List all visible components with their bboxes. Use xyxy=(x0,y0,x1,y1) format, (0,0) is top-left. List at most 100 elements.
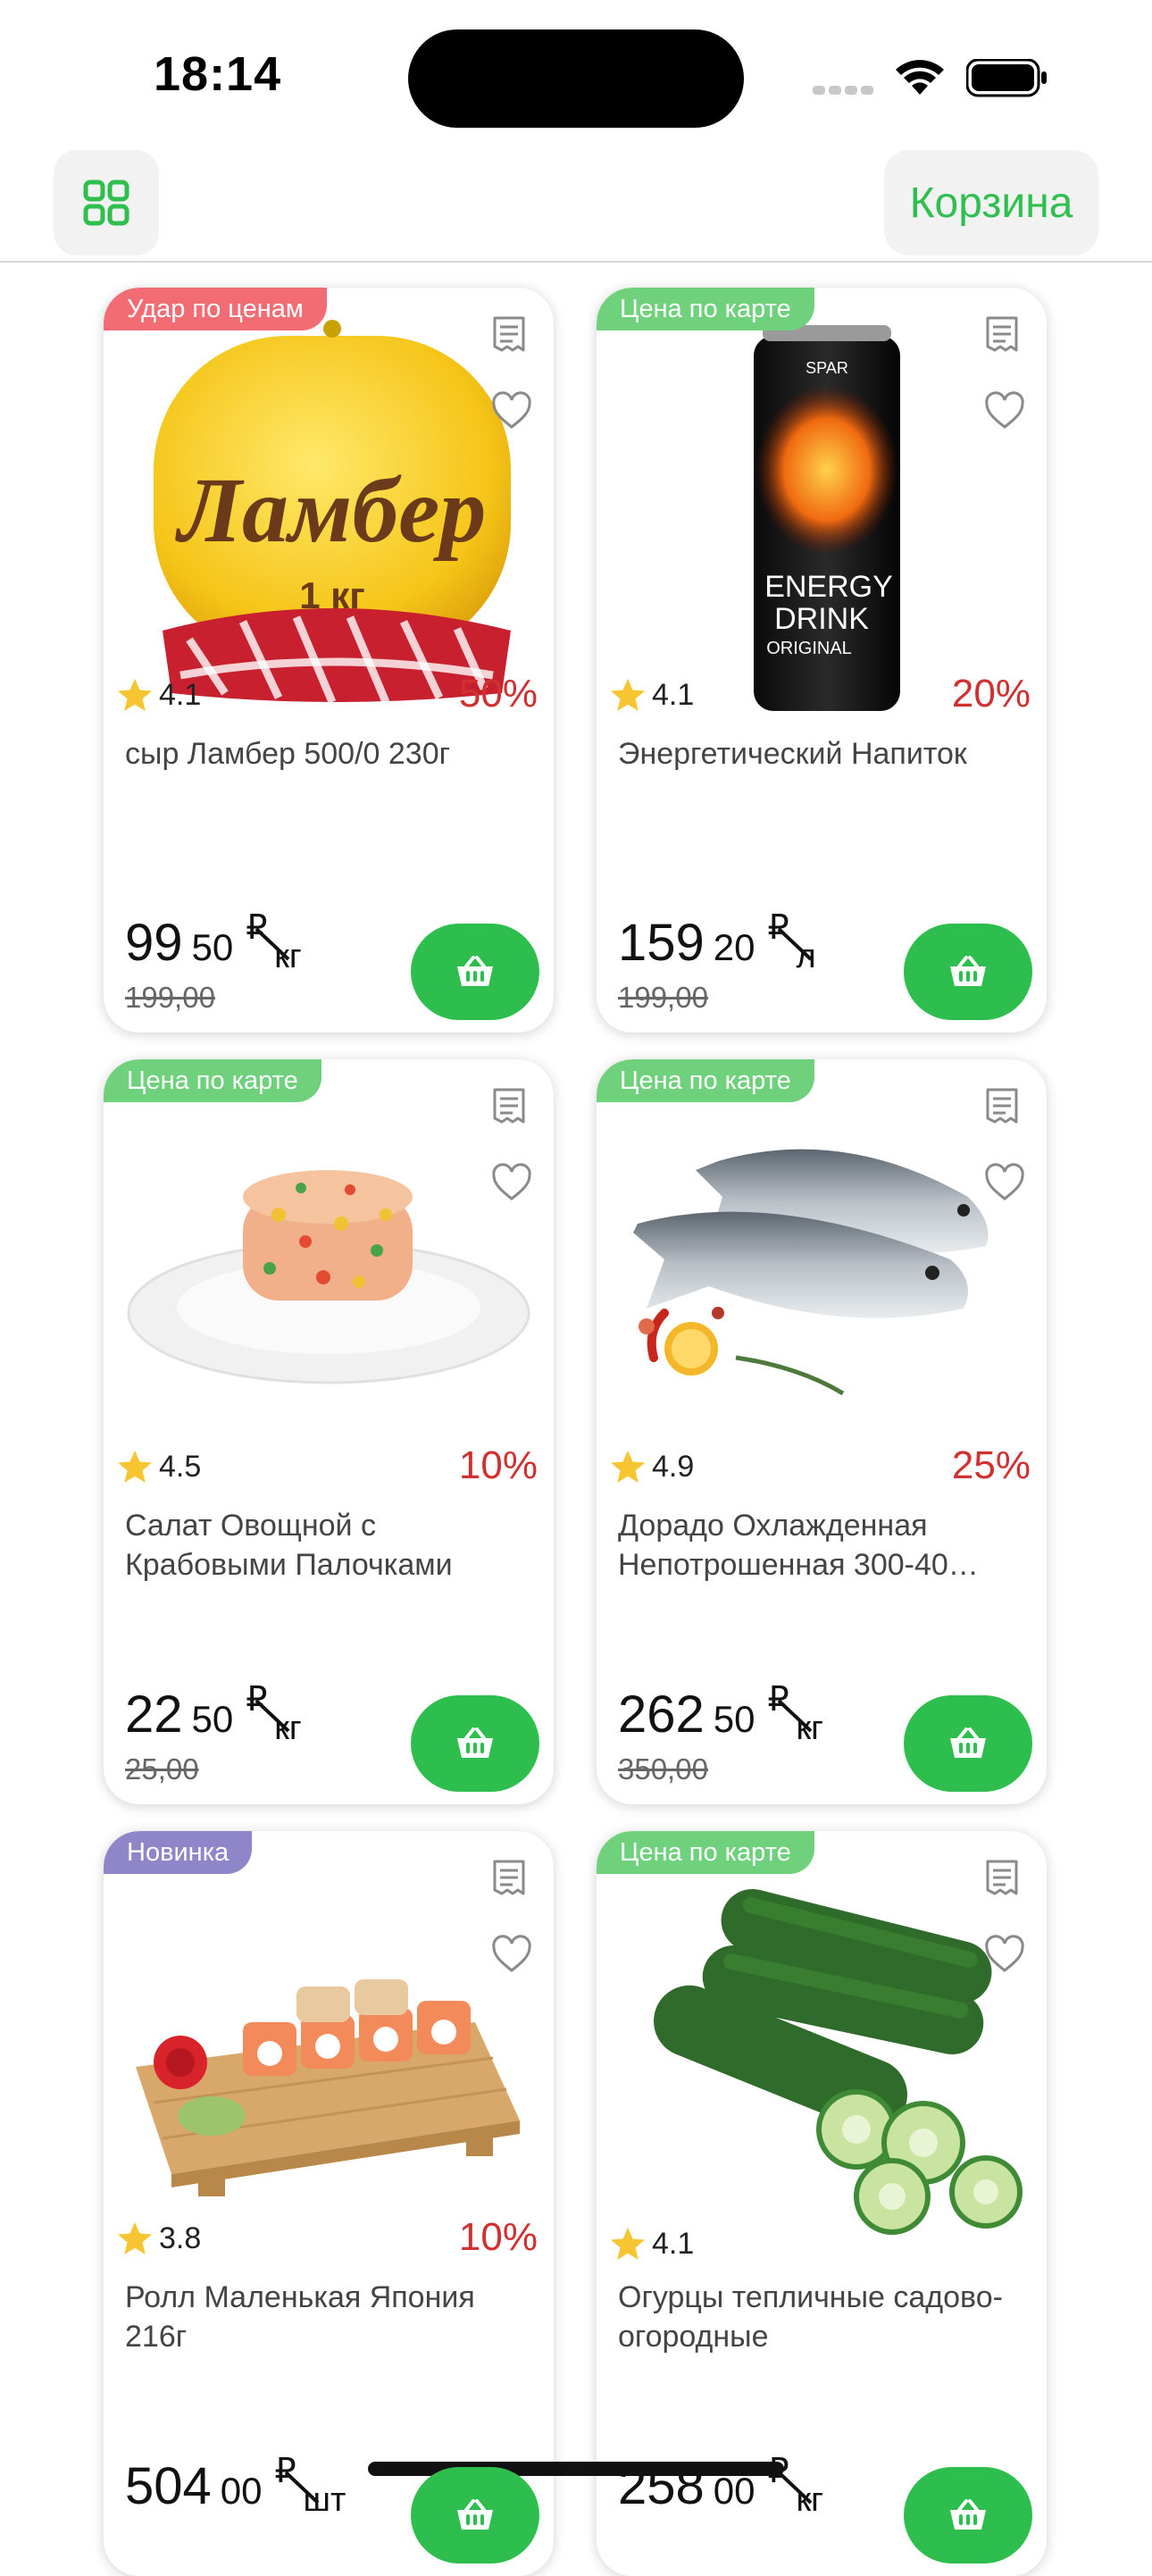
add-to-cart-button[interactable] xyxy=(904,2467,1032,2563)
salad-plate-image xyxy=(127,1170,530,1384)
basket-icon xyxy=(950,956,986,986)
price-kopecks: 50 xyxy=(191,1698,234,1740)
dynamic-island xyxy=(408,29,744,128)
can-drink-text: DRINK xyxy=(774,602,869,636)
product-rating: 4.9 xyxy=(609,1449,694,1485)
old-price: 350,00 xyxy=(618,1752,708,1786)
can-original-text: ORIGINAL xyxy=(766,639,852,658)
old-price: 199,00 xyxy=(618,981,708,1014)
cheese-brand-text: Ламбер xyxy=(175,459,487,562)
star-icon xyxy=(118,2222,152,2254)
heart-icon[interactable] xyxy=(491,391,532,431)
product-badge: Цена по карте xyxy=(597,1059,814,1102)
grid-icon xyxy=(83,180,129,226)
top-navigation-bar: Корзина xyxy=(0,143,1152,263)
price-kopecks: 00 xyxy=(713,2470,755,2512)
product-name: Ролл Маленькая Япония 216г xyxy=(125,2280,475,2354)
heart-icon[interactable] xyxy=(491,1935,532,1974)
receipt-icon[interactable] xyxy=(489,1858,529,1897)
price-kopecks: 20 xyxy=(713,926,755,968)
add-to-cart-button[interactable] xyxy=(904,924,1032,1020)
product-name: Огурцы тепличные садово-огородные xyxy=(618,2280,1003,2354)
receipt-icon[interactable] xyxy=(982,314,1022,354)
product-rating: 4.1 xyxy=(609,677,694,713)
cucumbers-image xyxy=(654,1888,1023,2235)
product-grid: Удар по ценам Ламбер 1 кг 4.1 50% сыр Ла… xyxy=(104,288,1050,2576)
price-integer: 504 xyxy=(125,2457,212,2515)
heart-icon[interactable] xyxy=(984,1163,1025,1202)
product-badge: Цена по карте xyxy=(104,1059,321,1102)
product-rating: 3.8 xyxy=(116,2221,201,2256)
receipt-icon[interactable] xyxy=(489,1086,529,1125)
product-name: сыр Ламбер 500/0 230г xyxy=(125,737,451,771)
wifi-icon xyxy=(896,60,944,95)
receipt-icon[interactable] xyxy=(982,1086,1022,1125)
price-integer: 159 xyxy=(618,914,705,972)
product-card[interactable]: Цена по карте SPAR ENERGY DRINK ORIGINAL… xyxy=(597,288,1047,1033)
rating-value: 4.1 xyxy=(652,677,695,712)
price-unit: л xyxy=(796,938,816,975)
old-price: 199,00 xyxy=(125,981,215,1014)
price-integer: 262 xyxy=(618,1685,705,1744)
price-kopecks: 00 xyxy=(220,2470,263,2512)
add-to-cart-button[interactable] xyxy=(411,924,539,1020)
dorado-fish-image xyxy=(633,1149,989,1396)
basket-icon xyxy=(457,956,493,986)
star-icon xyxy=(611,1451,645,1483)
can-brand-text: SPAR xyxy=(806,359,848,377)
product-card[interactable]: Цена по карте 4.9 25% Дорадо Охлажденная… xyxy=(597,1059,1047,1804)
receipt-icon[interactable] xyxy=(489,314,529,354)
discount-label: 50% xyxy=(458,672,538,715)
product-badge: Новинка xyxy=(104,1831,253,1874)
star-icon xyxy=(611,679,645,711)
energy-drink-can-image: SPAR ENERGY DRINK ORIGINAL xyxy=(754,325,900,711)
star-icon xyxy=(611,2228,645,2260)
star-icon xyxy=(118,1451,152,1483)
product-rating: 4.1 xyxy=(609,2226,694,2262)
receipt-icon[interactable] xyxy=(982,1858,1022,1897)
star-icon xyxy=(118,679,152,711)
old-price: 25,00 xyxy=(125,1752,199,1786)
price-kopecks: 50 xyxy=(713,1698,755,1740)
basket-icon xyxy=(950,2499,986,2530)
status-bar: 18:14 xyxy=(0,0,1152,143)
product-badge: Цена по карте xyxy=(597,1831,814,1874)
discount-label: 10% xyxy=(458,2215,538,2259)
product-card[interactable]: Цена по карте 4.5 10% Салат Овощной с Кр… xyxy=(104,1059,554,1804)
product-badge: Удар по ценам xyxy=(104,288,327,330)
can-energy-text: ENERGY xyxy=(764,570,893,604)
product-rating: 4.1 xyxy=(116,677,201,713)
basket-icon xyxy=(457,1727,493,1758)
product-card[interactable]: Удар по ценам Ламбер 1 кг 4.1 50% сыр Ла… xyxy=(104,288,554,1033)
heart-icon[interactable] xyxy=(984,391,1025,431)
cart-button[interactable]: Корзина xyxy=(884,150,1098,255)
discount-label: 25% xyxy=(951,1443,1031,1487)
add-to-cart-button[interactable] xyxy=(904,1695,1032,1792)
cheese-image: Ламбер 1 кг xyxy=(154,320,511,704)
heart-icon[interactable] xyxy=(491,1163,532,1202)
price-unit: кг xyxy=(796,1710,824,1747)
status-time: 18:14 xyxy=(154,47,282,101)
heart-icon[interactable] xyxy=(984,1935,1025,1974)
catalog-menu-button[interactable] xyxy=(54,150,159,255)
product-name: Дорадо Охлажденная Непотрошенная 300-40… xyxy=(618,1509,979,1582)
rating-value: 4.5 xyxy=(159,1449,202,1484)
product-rating: 4.5 xyxy=(116,1449,201,1485)
price-integer: 22 xyxy=(125,1685,183,1744)
price-unit: кг xyxy=(274,1710,302,1747)
battery-icon xyxy=(966,59,1047,97)
product-badge: Цена по карте xyxy=(597,288,814,330)
discount-label: 10% xyxy=(458,1443,538,1487)
discount-label: 20% xyxy=(951,672,1031,715)
price-integer: 99 xyxy=(125,914,183,972)
product-name: Энергетический Напиток xyxy=(618,737,967,771)
rating-value: 4.1 xyxy=(652,2226,695,2261)
price-kopecks: 50 xyxy=(191,926,234,968)
add-to-cart-button[interactable] xyxy=(411,2467,539,2563)
add-to-cart-button[interactable] xyxy=(411,1695,539,1792)
price-unit: шт xyxy=(303,2481,346,2519)
cellular-signal-icon xyxy=(813,86,873,95)
price-unit: кг xyxy=(274,938,302,975)
basket-icon xyxy=(457,2499,493,2530)
price-unit: кг xyxy=(796,2481,824,2519)
